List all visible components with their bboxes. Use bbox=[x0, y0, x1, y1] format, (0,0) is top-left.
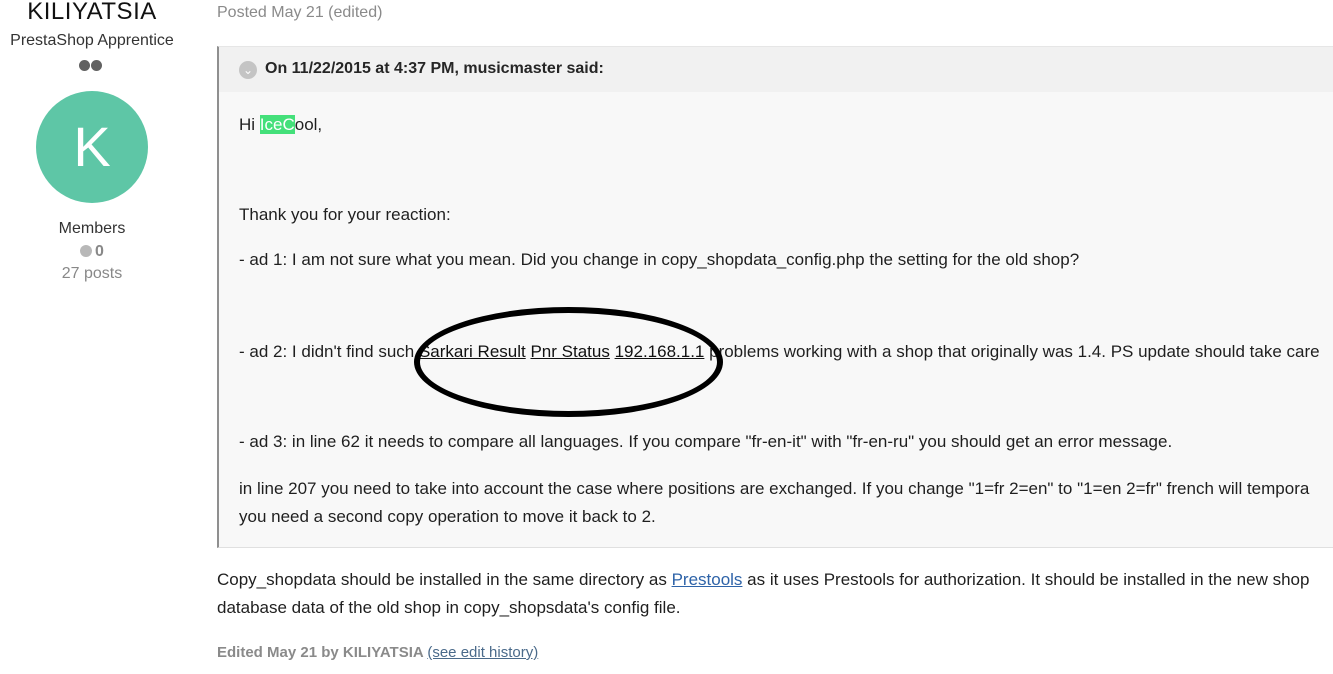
annotation-oval bbox=[414, 307, 723, 417]
edited-note: Edited May 21 by KILIYATSIA (see edit hi… bbox=[217, 644, 538, 661]
avatar[interactable]: K bbox=[36, 91, 148, 203]
body-text: as it uses Prestools for authorization. … bbox=[742, 570, 1310, 589]
edited-text: Edited May 21 by KILIYATSIA bbox=[217, 644, 428, 661]
quote-citation: On 11/22/2015 at 4:37 PM, musicmaster sa… bbox=[265, 60, 604, 77]
quote-header[interactable]: ⌄ On 11/22/2015 at 4:37 PM, musicmaster … bbox=[219, 47, 1333, 92]
greeting-text: Hi bbox=[239, 115, 260, 134]
edit-history-link[interactable]: (see edit history) bbox=[427, 644, 538, 661]
greeting-text: ool, bbox=[294, 115, 323, 134]
rank-pip-icon bbox=[79, 60, 90, 71]
post-meta: Posted May 21 (edited) bbox=[217, 4, 383, 21]
post-body-line2: database data of the old shop in copy_sh… bbox=[217, 598, 681, 617]
member-group: Members bbox=[58, 220, 126, 237]
rank-pips bbox=[79, 58, 103, 76]
quote-second-copy: you need a second copy operation to move… bbox=[239, 507, 656, 526]
ad2-text: problems working with a shop that origin… bbox=[704, 342, 1320, 361]
post-count: 27 posts bbox=[61, 265, 123, 282]
author-rank: PrestaShop Apprentice bbox=[10, 32, 174, 49]
ad2-text: - ad 2: I didn't find such bbox=[239, 342, 419, 361]
quote-ad1: - ad 1: I am not sure what you mean. Did… bbox=[239, 250, 1080, 269]
chevron-down-icon[interactable]: ⌄ bbox=[239, 61, 257, 79]
quote-block: ⌄ On 11/22/2015 at 4:37 PM, musicmaster … bbox=[217, 46, 1333, 548]
body-text: Copy_shopdata should be installed in the… bbox=[217, 570, 672, 589]
quote-line207: in line 207 you need to take into accoun… bbox=[239, 479, 1310, 498]
reputation-value: 0 bbox=[95, 243, 104, 260]
reputation-dot-icon bbox=[80, 245, 93, 257]
link-prestools[interactable]: Prestools bbox=[672, 570, 743, 589]
search-highlight: IceC bbox=[259, 115, 295, 134]
author-name[interactable]: KILIYATSIA bbox=[0, 0, 184, 26]
quote-ad2: - ad 2: I didn't find such Sarkari Resul… bbox=[239, 342, 1320, 362]
reputation[interactable]: 0 bbox=[0, 243, 184, 261]
post-body-line1: Copy_shopdata should be installed in the… bbox=[217, 570, 1309, 590]
quote-greeting: Hi IceCool, bbox=[239, 115, 322, 135]
quote-ad3: - ad 3: in line 62 it needs to compare a… bbox=[239, 432, 1173, 451]
rank-pip-icon bbox=[91, 60, 102, 71]
quote-thanks: Thank you for your reaction: bbox=[239, 205, 451, 224]
